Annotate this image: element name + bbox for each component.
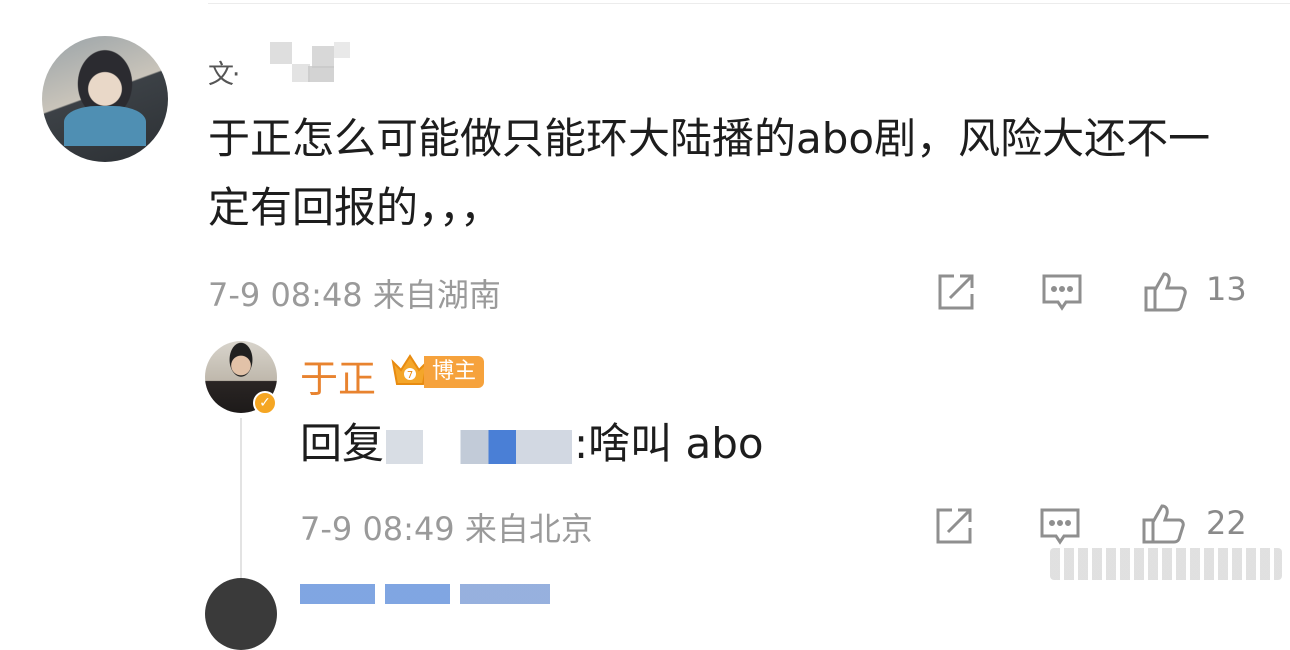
reply-message: :啥叫 abo — [574, 419, 764, 468]
reply-author-name[interactable]: 于正 — [300, 348, 376, 403]
reply-like-count: 22 — [1206, 504, 1247, 542]
reply-meta: 7-9 08:49 来自北京 — [300, 504, 593, 550]
top-divider — [208, 3, 1290, 4]
blogger-badge: 博主 — [424, 356, 485, 388]
redacted-username — [386, 429, 573, 464]
comment-meta: 7-9 08:48 来自湖南 — [208, 270, 501, 316]
reply-location: 来自北京 — [464, 510, 593, 548]
reply-prefix: 回复 — [300, 419, 385, 468]
comment-location: 来自湖南 — [372, 276, 501, 314]
commenter-avatar[interactable] — [42, 36, 168, 162]
reply-timestamp: 7-9 08:49 — [300, 510, 455, 548]
svg-text:7: 7 — [407, 370, 413, 381]
share-icon[interactable] — [934, 270, 978, 314]
next-reply-avatar[interactable] — [205, 578, 277, 650]
commenter-name-masked[interactable]: 文· — [208, 40, 358, 90]
watermark — [1050, 548, 1282, 580]
comment-timestamp: 7-9 08:48 — [208, 276, 363, 314]
next-reply-name[interactable] — [300, 584, 550, 604]
reply-like-icon[interactable] — [1140, 500, 1188, 546]
like-icon[interactable] — [1142, 268, 1190, 314]
reply-text: 回复 :啥叫 abo — [300, 416, 764, 472]
like-count: 13 — [1206, 270, 1247, 308]
reply-share-icon[interactable] — [932, 504, 976, 548]
comment-icon[interactable] — [1040, 270, 1084, 314]
verified-badge-icon: ✓ — [253, 391, 277, 415]
thread-line — [240, 418, 242, 580]
masked-name-fragment: 文· — [208, 60, 240, 90]
comment-text: 于正怎么可能做只能环大陆播的abo剧，风险大还不一定有回报的，，， — [208, 114, 1211, 232]
reply-comment-icon[interactable] — [1038, 504, 1082, 548]
